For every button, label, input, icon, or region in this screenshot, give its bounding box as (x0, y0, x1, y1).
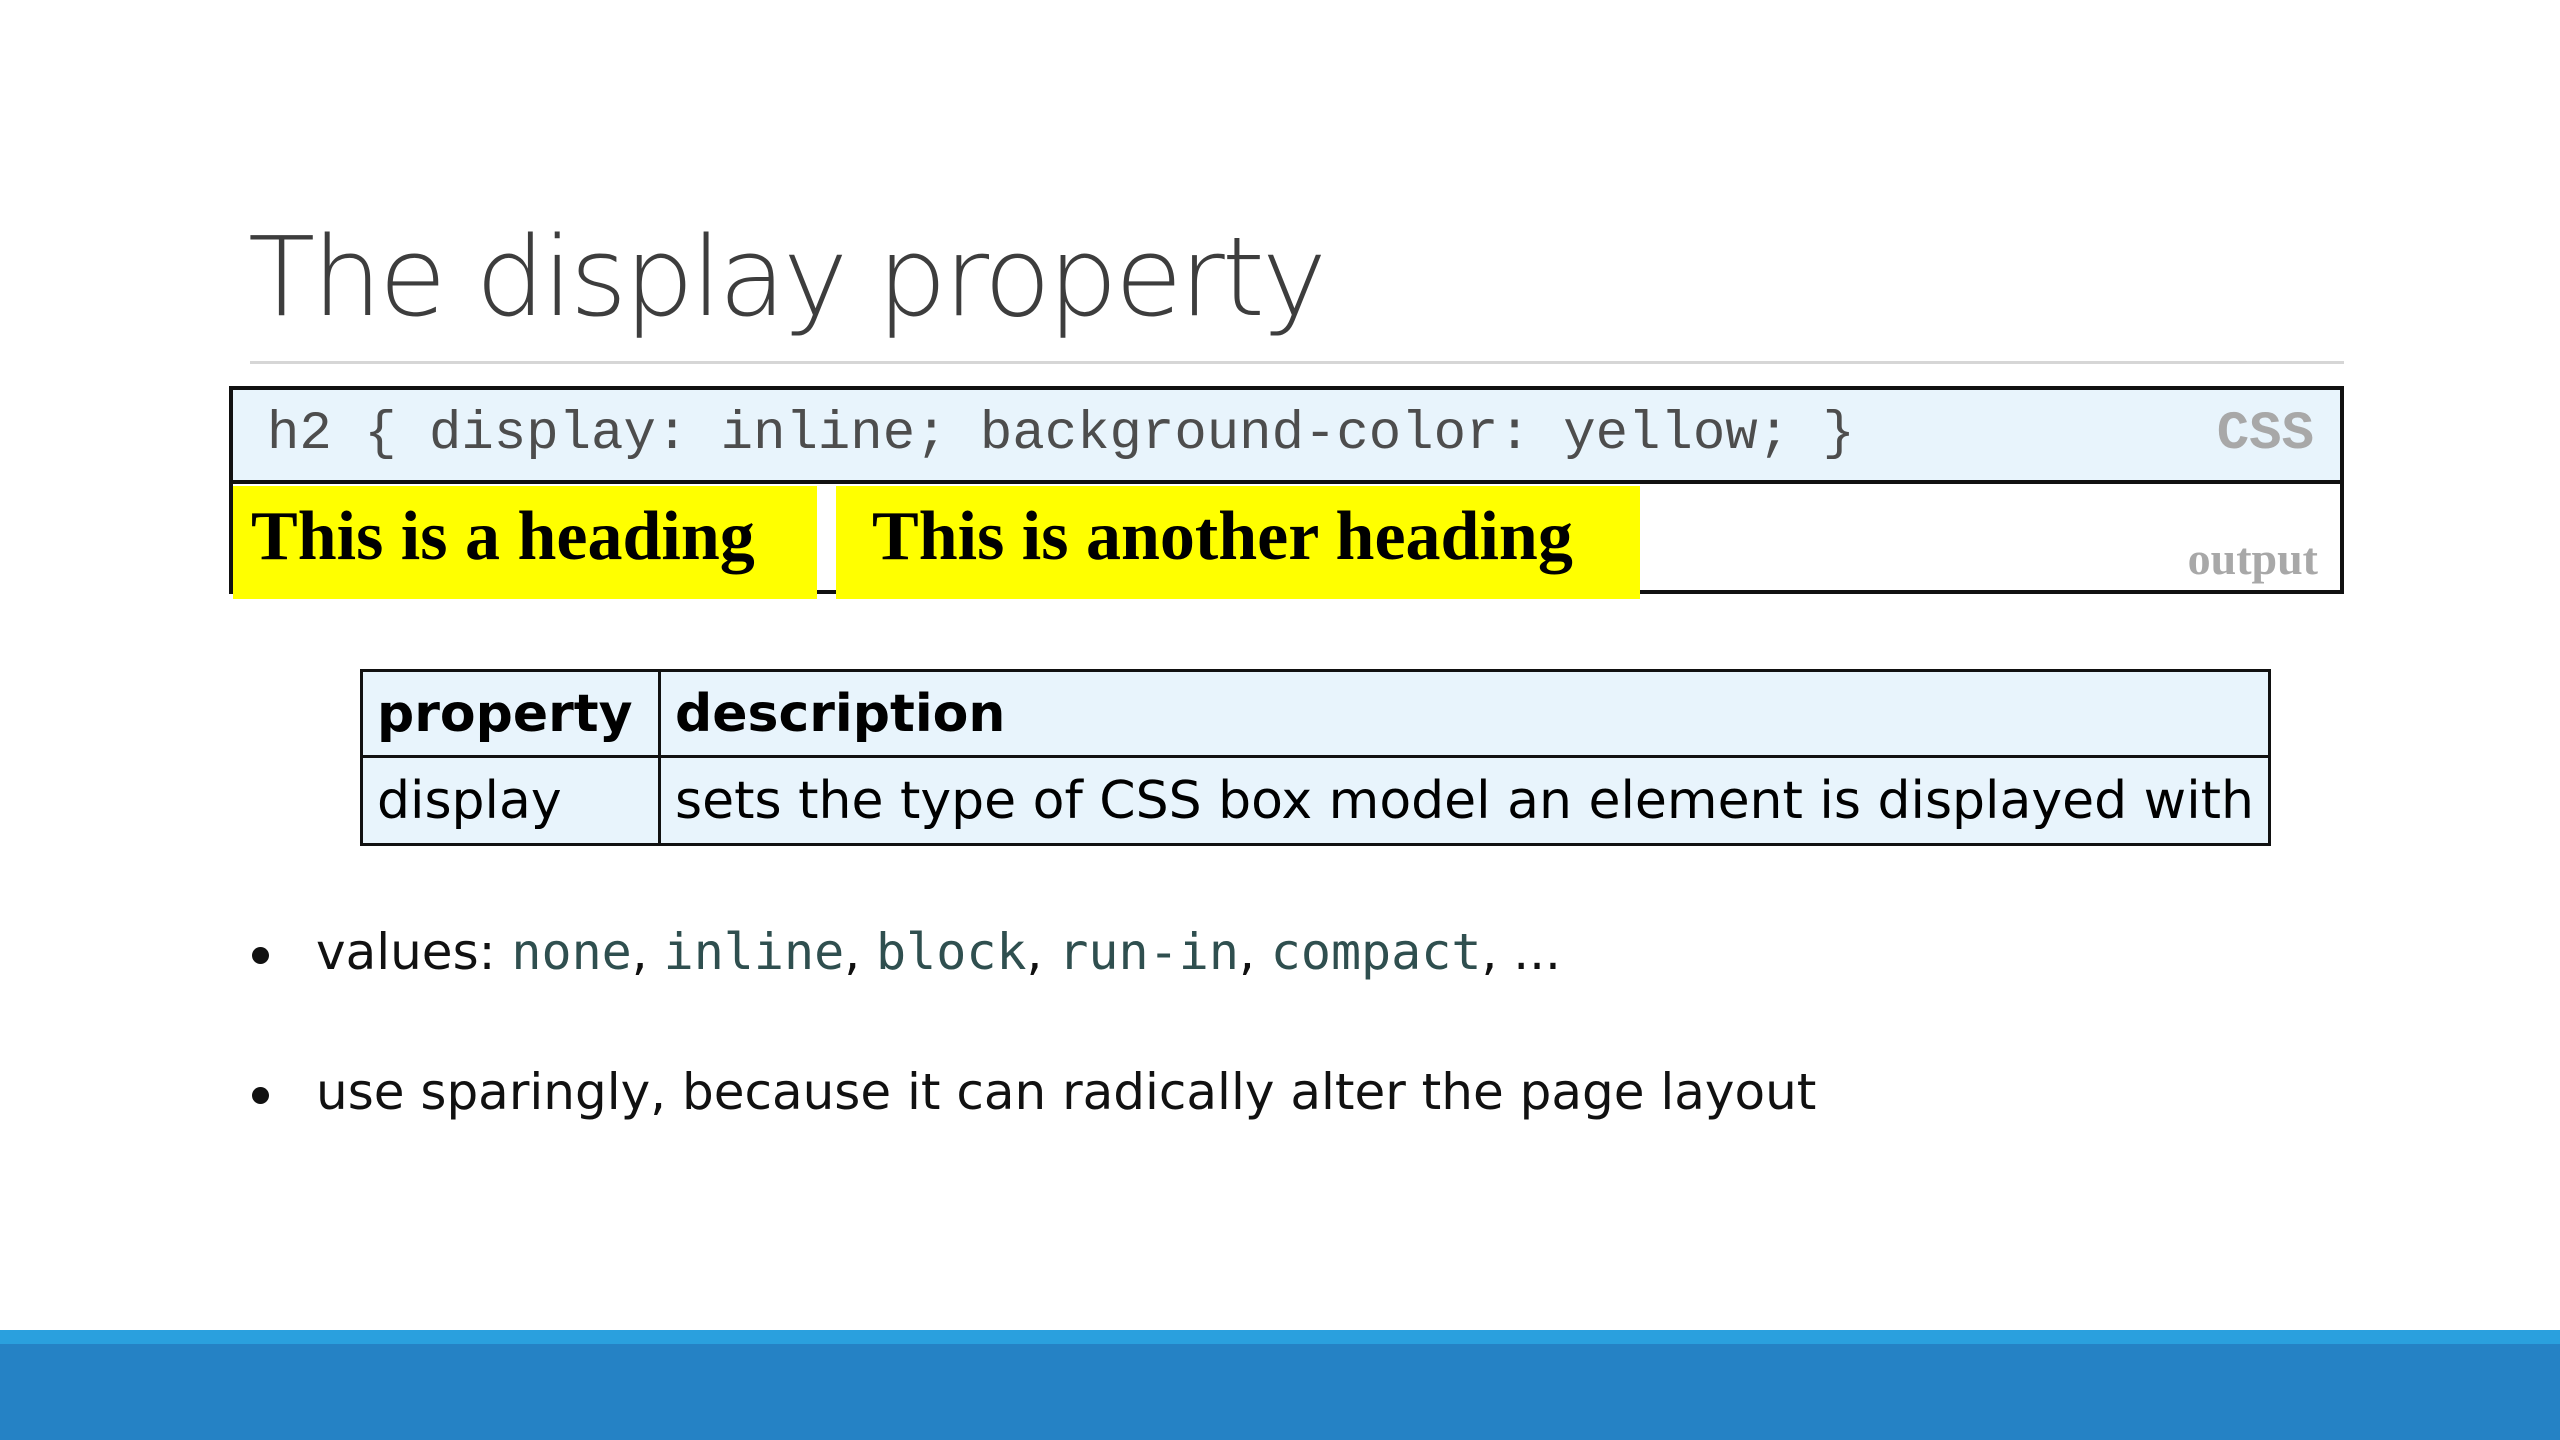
bullet-text: use sparingly, because it can radically … (316, 1063, 1817, 1121)
bullet-text: values: none, inline, block, run-in, com… (316, 917, 1561, 987)
value-run-in: run-in (1058, 923, 1239, 981)
property-table: property description display sets the ty… (360, 669, 2271, 846)
value-compact: compact (1270, 923, 1482, 981)
table-header-row: property description (360, 669, 2271, 758)
output-tag: output (2187, 533, 2318, 584)
separator: , (844, 923, 877, 981)
separator: , (631, 923, 664, 981)
footer-stripe (0, 1330, 2560, 1344)
table-cell-property: display (360, 755, 661, 846)
ellipsis: ... (1513, 923, 1561, 981)
demo-heading-2: This is another heading (836, 486, 1640, 599)
table-row: display sets the type of CSS box model a… (360, 755, 2271, 846)
demo-heading-1: This is a heading (233, 486, 817, 599)
value-block: block (876, 923, 1027, 981)
separator: , (1238, 923, 1271, 981)
css-code-bar: h2 { display: inline; background-color: … (233, 390, 2340, 484)
css-code: h2 { display: inline; background-color: … (267, 404, 1855, 465)
output-area: This is a heading This is another headin… (233, 484, 2340, 599)
value-inline: inline (663, 923, 845, 981)
table-header-property: property (360, 669, 661, 758)
separator: , (1026, 923, 1059, 981)
title-divider (250, 361, 2344, 364)
values-label: values: (316, 923, 512, 981)
slide-title: The display property (248, 213, 1327, 341)
css-example-box: h2 { display: inline; background-color: … (229, 386, 2344, 599)
bullet-dot (252, 947, 269, 964)
table-cell-description: sets the type of CSS box model an elemen… (658, 755, 2271, 846)
table-header-description: description (658, 669, 2271, 758)
css-tag: CSS (2216, 404, 2314, 465)
bullet-dot (252, 1087, 269, 1104)
footer-bar (0, 1344, 2560, 1440)
value-none: none (511, 923, 632, 981)
separator: , (1481, 923, 1514, 981)
